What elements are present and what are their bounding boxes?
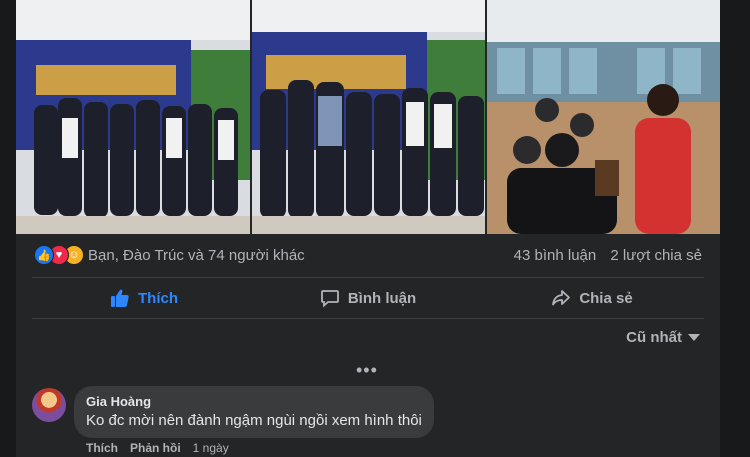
comment-author[interactable]: Gia Hoàng [86,394,422,409]
post-actions: Thích Bình luận Chia sẻ [32,279,704,317]
share-label: Chia sẻ [579,289,633,307]
comment-reply-button[interactable]: Phản hồi [130,441,181,455]
share-button[interactable]: Chia sẻ [480,279,704,317]
post-photo-2[interactable] [252,0,485,234]
comment-bubble: Gia Hoàng Ko đc mời nên đành ngậm ngùi n… [74,386,434,438]
reactions-summary[interactable]: Bạn, Đào Trúc và 74 người khác [88,247,305,264]
chevron-down-icon [688,334,700,341]
comment-button[interactable]: Bình luận [256,279,480,317]
speech-bubble-icon [320,290,339,308]
comment-text: Ko đc mời nên đành ngậm ngùi ngồi xem hì… [86,412,422,429]
thumbs-up-icon [111,289,129,307]
comment-sort-dropdown[interactable]: Cũ nhất [626,329,700,346]
like-reaction-icon: 👍 [34,245,54,265]
like-button[interactable]: Thích [32,279,256,317]
comment-count[interactable]: 43 bình luận [514,247,597,264]
post-photo-3[interactable] [487,0,720,234]
comment-like-button[interactable]: Thích [86,441,118,455]
sort-label: Cũ nhất [626,329,682,346]
divider [32,277,704,278]
post-counts: 43 bình luận 2 lượt chia sẻ [504,247,702,264]
more-options-icon[interactable]: ••• [356,360,378,381]
post-meta-row: 👍 ♥ ☺ Bạn, Đào Trúc và 74 người khác 43 … [16,240,720,270]
comment-label: Bình luận [347,289,417,307]
avatar[interactable] [32,388,66,422]
divider [32,318,704,319]
share-count[interactable]: 2 lượt chia sẻ [610,247,702,264]
like-label: Thích [138,289,178,307]
post-photo-1[interactable] [16,0,250,234]
post-card: 👍 ♥ ☺ Bạn, Đào Trúc và 74 người khác 43 … [16,0,720,457]
comment-actions: Thích Phản hồi 1 ngày [86,441,229,455]
photo-grid [16,0,720,234]
comment-item: Gia Hoàng Ko đc mời nên đành ngậm ngùi n… [32,386,704,457]
comment-timestamp[interactable]: 1 ngày [193,441,229,455]
share-arrow-icon [552,290,571,306]
